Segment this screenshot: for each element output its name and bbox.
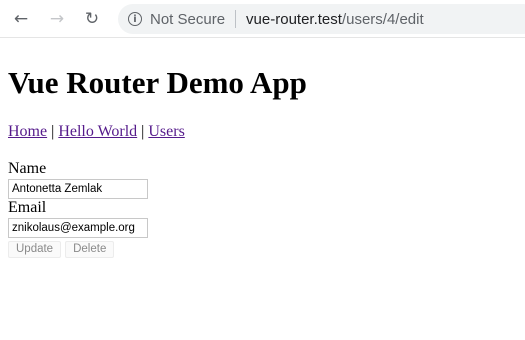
info-icon[interactable]: i: [128, 12, 142, 26]
reload-icon[interactable]: ↻: [81, 9, 103, 29]
form-buttons: Update Delete: [8, 241, 525, 258]
edit-user-form: Name Email Update Delete: [8, 160, 525, 258]
address-divider: [235, 10, 237, 28]
url-host: vue-router.test: [246, 10, 342, 28]
security-label: Not Secure: [150, 10, 226, 28]
email-label: Email: [8, 199, 47, 216]
nav-separator: |: [51, 123, 55, 140]
nav-link-home[interactable]: Home: [8, 123, 47, 140]
nav-link-users[interactable]: Users: [148, 123, 184, 140]
nav-link-hello-world[interactable]: Hello World: [58, 123, 137, 140]
email-input[interactable]: [8, 218, 148, 238]
name-input[interactable]: [8, 179, 148, 199]
nav-separator: |: [141, 123, 145, 140]
page-content: Vue Router Demo App Home | Hello World |…: [0, 65, 525, 258]
url-path: /users/4/edit: [341, 10, 424, 28]
forward-arrow-icon[interactable]: →: [46, 9, 68, 29]
address-bar[interactable]: i Not Secure vue-router.test/users/4/edi…: [118, 4, 525, 34]
back-arrow-icon[interactable]: ←: [10, 9, 32, 29]
nav-links: Home | Hello World | Users: [8, 122, 525, 142]
name-label: Name: [8, 160, 47, 177]
update-button[interactable]: Update: [8, 241, 62, 258]
delete-button[interactable]: Delete: [65, 241, 115, 258]
page-title: Vue Router Demo App: [8, 65, 307, 100]
browser-toolbar: ← → ↻ i Not Secure vue-router.test/users…: [0, 0, 525, 38]
